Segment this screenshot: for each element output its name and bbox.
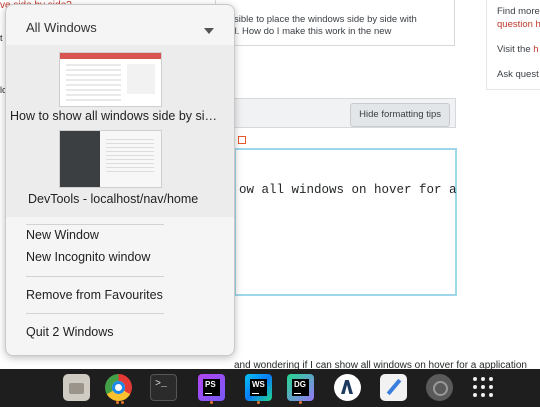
running-indicator [210,401,213,404]
sidebar-link[interactable]: h [533,44,538,55]
show-apps-icon[interactable] [470,374,497,401]
datagrip-label: DG [292,379,309,396]
menu-separator [26,276,164,277]
quit-windows-item[interactable]: Quit 2 Windows [6,322,234,344]
question-body: ossible to place the windows side by sid… [215,0,455,46]
menu-item-label: New Incognito window [26,250,151,264]
chrome-icon[interactable] [105,374,132,401]
text-editor-icon[interactable] [380,374,407,401]
sidebar-text-row: Visit the h [497,43,540,56]
window-thumbnail[interactable] [59,130,162,188]
new-incognito-window-item[interactable]: New Incognito window [6,247,234,269]
sidebar-link[interactable]: question h [497,18,540,31]
window-thumbnail[interactable] [59,52,162,107]
odrive-icon[interactable] [334,374,361,401]
phpstorm-label: PS [203,379,220,396]
window-title[interactable]: How to show all windows side by si… [10,109,217,123]
external-link-icon[interactable] [238,136,246,144]
sidebar-text: Ask quest [497,69,539,80]
running-indicator [299,401,302,404]
dock-app-context-menu: All Windows How to show all windows side… [5,4,235,356]
menu-item-label: Quit 2 Windows [26,325,114,339]
answer-editor[interactable] [234,148,457,296]
phpstorm-icon[interactable]: PS [198,374,225,401]
running-indicator [121,401,124,404]
window-title[interactable]: DevTools - localhost/nav/home [28,192,198,206]
hide-formatting-tips-button[interactable]: Hide formatting tips [350,103,450,127]
all-windows-dropdown[interactable]: All Windows [6,5,234,45]
menu-item-label: Remove from Favourites [26,288,163,302]
question-line: ossible to place the windows side by sid… [224,14,417,25]
page-text-fragment: t [0,33,3,43]
sidebar-text: Visit the [497,44,534,55]
dock: >_ PS WS DG [0,369,540,407]
webstorm-label: WS [250,379,267,396]
all-windows-label: All Windows [26,20,97,35]
terminal-icon[interactable]: >_ [150,374,177,401]
question-line: nal. How do I make this work in the new [224,26,392,37]
running-indicator [257,401,260,404]
files-icon[interactable] [63,374,90,401]
screen-recorder-icon[interactable] [426,374,453,401]
remove-from-favourites-item[interactable]: Remove from Favourites [6,285,234,307]
editor-toolbar: Hide formatting tips [234,98,456,128]
running-indicator [116,401,119,404]
editor-content: ow all windows on hover for a [239,183,457,197]
dropdown-caret-icon [204,28,214,34]
webstorm-icon[interactable]: WS [245,374,272,401]
sidebar-panel: Find more question h Visit the h Ask que… [486,0,540,90]
new-window-item[interactable]: New Window [6,225,234,247]
sidebar-text: Find more [497,6,540,17]
menu-separator [26,313,164,314]
window-previews: How to show all windows side by si… DevT… [6,45,234,217]
menu-item-label: New Window [26,228,99,242]
datagrip-icon[interactable]: DG [287,374,314,401]
